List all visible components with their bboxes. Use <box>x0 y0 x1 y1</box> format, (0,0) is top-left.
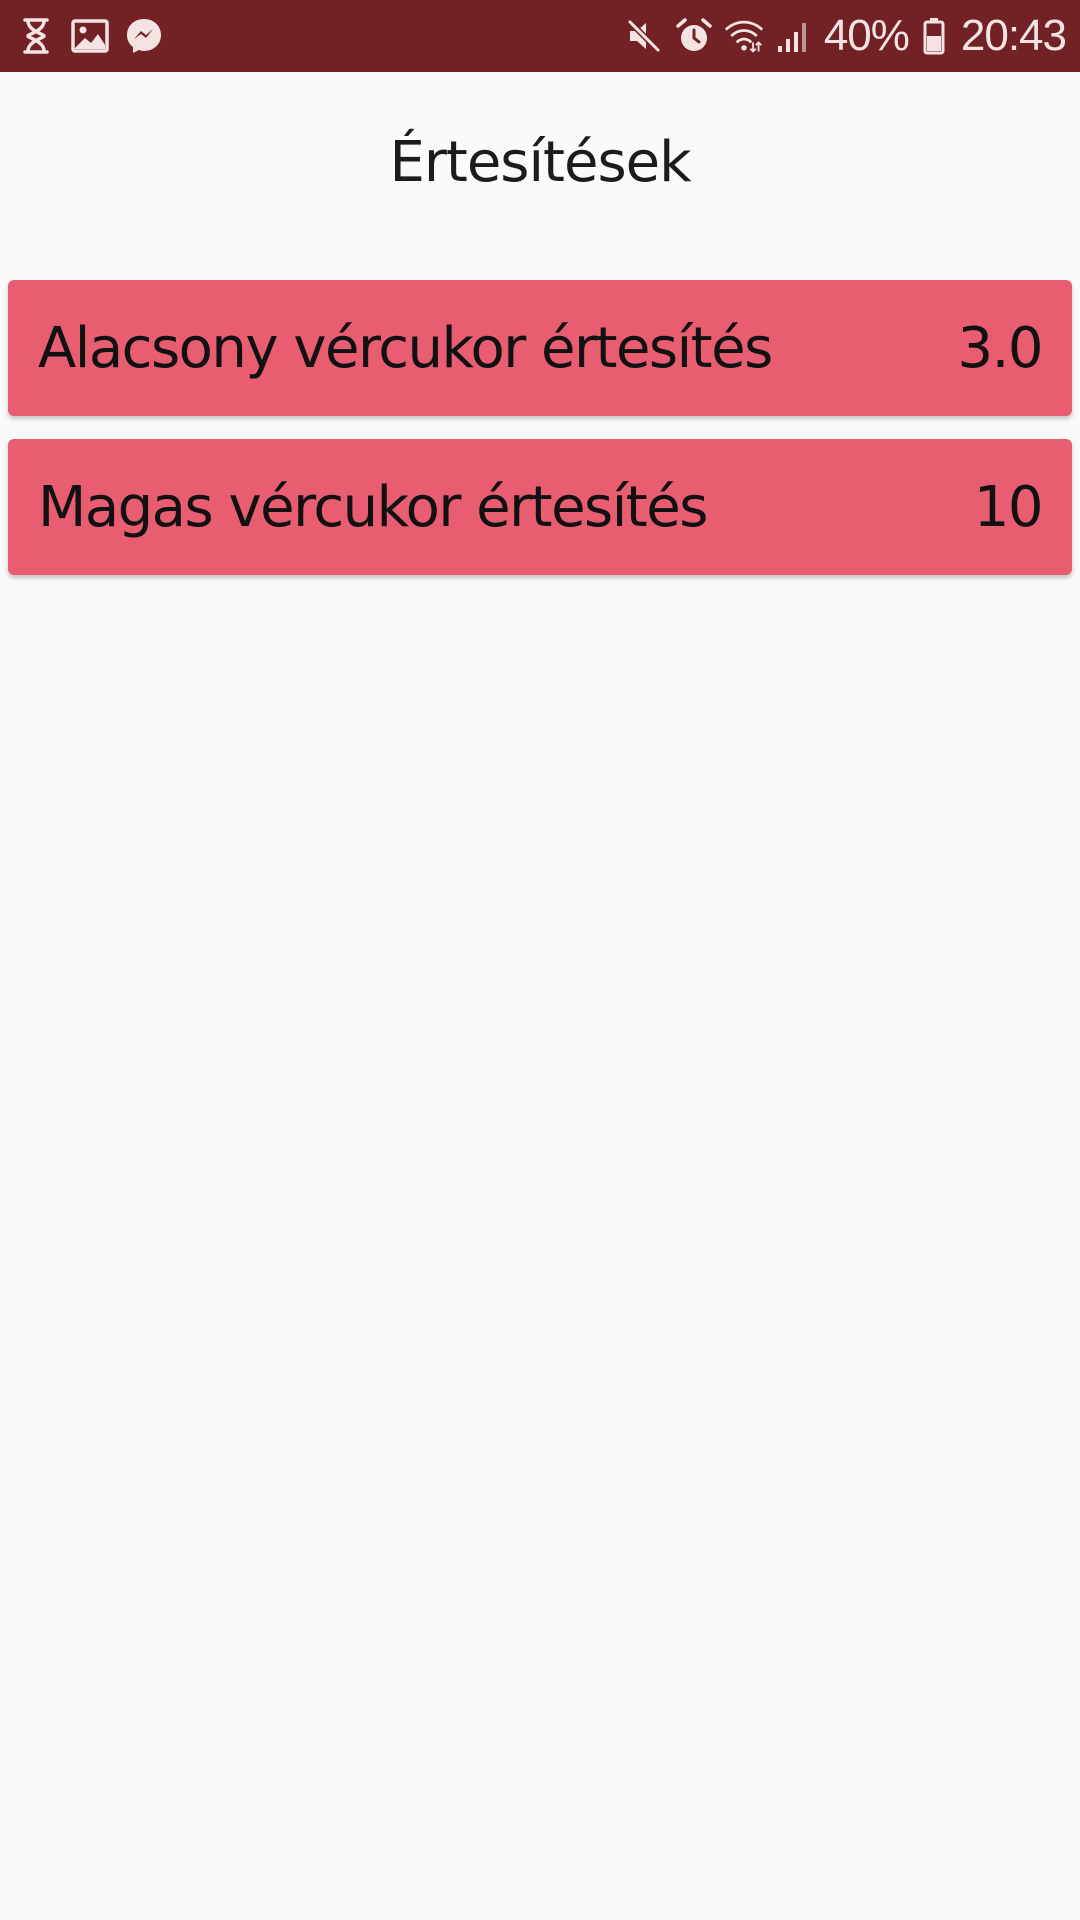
notification-settings-list: Alacsony vércukor értesítés 3.0 Magas vé… <box>8 280 1072 598</box>
status-bar-right: 40% 20:43 <box>624 0 1067 72</box>
image-icon <box>70 16 110 56</box>
status-bar-left <box>16 0 178 72</box>
mute-icon <box>624 16 664 56</box>
high-glucose-notification-label: Magas vércukor értesítés <box>38 474 708 540</box>
battery-icon <box>921 16 947 56</box>
clock: 20:43 <box>960 11 1067 60</box>
low-glucose-notification-label: Alacsony vércukor értesítés <box>38 315 773 381</box>
high-glucose-notification-row[interactable]: Magas vércukor értesítés 10 <box>8 439 1072 575</box>
high-glucose-threshold-value: 10 <box>973 474 1044 540</box>
signal-icon <box>774 16 814 56</box>
hourglass-icon <box>16 16 56 56</box>
alarm-icon <box>674 16 714 56</box>
low-glucose-threshold-value: 3.0 <box>957 315 1043 381</box>
messenger-icon <box>124 16 164 56</box>
page-title: Értesítések <box>389 130 691 195</box>
low-glucose-notification-row[interactable]: Alacsony vércukor értesítés 3.0 <box>8 280 1072 416</box>
status-bar: 40% 20:43 <box>0 0 1080 72</box>
battery-percent: 40% <box>823 11 910 60</box>
wifi-icon <box>724 16 764 56</box>
